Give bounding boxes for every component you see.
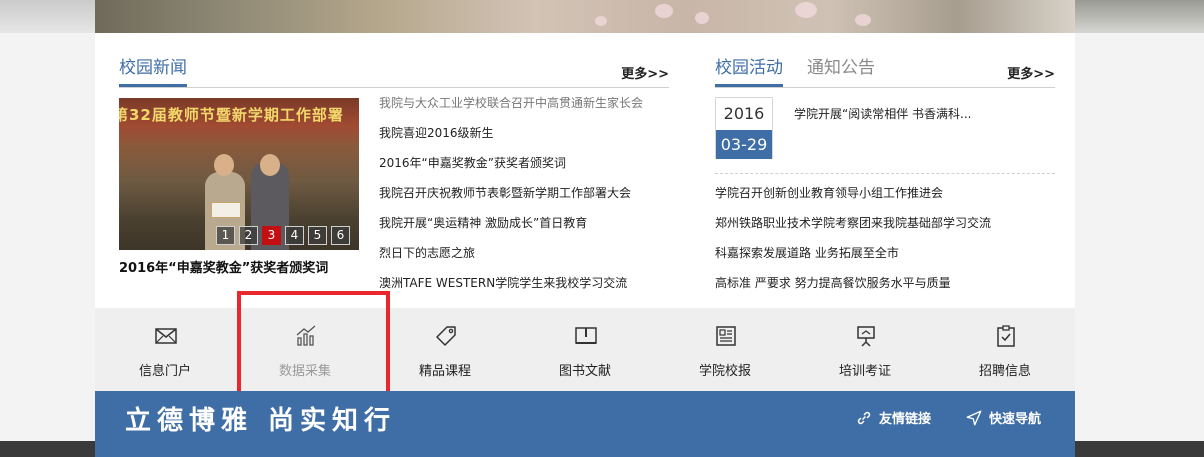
activity-item[interactable]: 科嘉探索发展道路 业务拓展至全市 <box>715 245 991 275</box>
pager-button-active[interactable]: 3 <box>262 226 281 245</box>
quick-link-label: 学院校报 <box>698 364 751 379</box>
certificate-image <box>211 202 241 218</box>
pager-button[interactable]: 1 <box>216 226 235 245</box>
activity-item[interactable]: 学院召开创新创业教育领导小组工作推进会 <box>715 185 991 215</box>
envelope-icon <box>155 328 177 344</box>
quick-link-training[interactable]: 培训考证 <box>795 308 935 391</box>
presentation-board-icon <box>857 326 875 347</box>
clipboard-check-icon <box>997 325 1015 347</box>
news-item[interactable]: 我院喜迎2016级新生 <box>379 125 643 155</box>
quick-link-label: 信息门户 <box>138 364 191 379</box>
activity-list: 学院召开创新创业教育领导小组工作推进会 郑州铁路职业技术学院考察团来我院基础部学… <box>715 185 991 305</box>
bottom-strip-center <box>95 441 1075 457</box>
content-panel: 校园新闻 更多>> 第32届教师节暨新学期工作部署 1 2 3 4 5 6 20… <box>95 33 1075 308</box>
banner-right-photo <box>1075 0 1204 33</box>
pager-button[interactable]: 4 <box>285 226 304 245</box>
banner-left-photo <box>0 0 95 33</box>
navigation-arrow-icon <box>966 410 982 425</box>
tag-icon <box>436 326 456 346</box>
slideshow-banner-text: 第32届教师节暨新学期工作部署 <box>119 106 344 124</box>
book-icon <box>575 327 597 344</box>
quick-nav-label: 快速导航 <box>989 412 1042 427</box>
quick-link-label: 培训考证 <box>838 364 891 379</box>
slideshow-caption[interactable]: 2016年“申嘉奖教金”获奖者颁奖词 <box>119 257 328 276</box>
tab-notices[interactable]: 通知公告 <box>807 53 875 84</box>
activity-more-link[interactable]: 更多>> <box>1007 63 1055 82</box>
news-more-link[interactable]: 更多>> <box>621 63 669 82</box>
news-item[interactable]: 2016年“申嘉奖教金”获奖者颁奖词 <box>379 155 643 185</box>
pager-button[interactable]: 5 <box>308 226 327 245</box>
news-slideshow[interactable]: 第32届教师节暨新学期工作部署 1 2 3 4 5 6 <box>119 98 359 250</box>
quick-link-label: 招聘信息 <box>978 364 1031 379</box>
divider <box>715 173 1055 174</box>
quick-link-label: 图书文献 <box>558 364 611 379</box>
activity-header: 校园活动 通知公告 更多>> <box>715 53 1055 88</box>
date-year: 2016 <box>716 98 772 130</box>
link-icon <box>857 411 871 424</box>
news-item[interactable]: 我院开展“奥运精神 激励成长”首日教育 <box>379 215 643 245</box>
news-item[interactable]: 澳洲TAFE WESTERN学院学生来我校学习交流 <box>379 275 643 305</box>
quick-link-school-newspaper[interactable]: 学院校报 <box>655 308 795 391</box>
quick-link-library[interactable]: 图书文献 <box>515 308 655 391</box>
quick-link-recruitment[interactable]: 招聘信息 <box>935 308 1075 391</box>
bottom-strip <box>0 441 1204 457</box>
activity-item[interactable]: 郑州铁路职业技术学院考察团来我院基础部学习交流 <box>715 215 991 245</box>
pager-button[interactable]: 2 <box>239 226 258 245</box>
banner-blossom-photo <box>95 0 1075 33</box>
slideshow-pager: 1 2 3 4 5 6 <box>216 226 350 245</box>
friend-links-label: 友情链接 <box>879 412 932 427</box>
activity-featured-item[interactable]: 学院开展“阅读常相伴 书香满科... <box>794 105 971 122</box>
news-item[interactable]: 烈日下的志愿之旅 <box>379 245 643 275</box>
news-item[interactable]: 我院召开庆祝教师节表彰暨新学期工作部署大会 <box>379 185 643 215</box>
news-header: 校园新闻 更多>> <box>119 53 669 88</box>
tab-campus-activities[interactable]: 校园活动 <box>715 53 783 87</box>
news-list: 我院与大众工业学校联合召开中高贯通新生家长会 我院喜迎2016级新生 2016年… <box>379 95 643 305</box>
quick-link-quality-courses[interactable]: 精品课程 <box>375 308 515 391</box>
newspaper-icon <box>716 326 736 346</box>
activity-date-badge: 2016 03-29 <box>715 97 773 159</box>
top-banner-image <box>0 0 1204 33</box>
quick-link-info-portal[interactable]: 信息门户 <box>95 308 235 391</box>
news-item[interactable]: 我院与大众工业学校联合召开中高贯通新生家长会 <box>379 95 643 125</box>
tab-campus-news[interactable]: 校园新闻 <box>119 53 187 87</box>
quick-nav-button[interactable]: 快速导航 <box>965 408 1041 427</box>
pager-button[interactable]: 6 <box>331 226 350 245</box>
person-head <box>260 154 280 176</box>
school-motto: 立德博雅 尚实知行 <box>125 406 397 436</box>
quick-link-label: 精品课程 <box>418 364 471 379</box>
footer-bar: 立德博雅 尚实知行 友情链接 快速导航 <box>95 391 1075 441</box>
person-head <box>214 154 234 176</box>
activity-item[interactable]: 高标准 严要求 努力提高餐饮服务水平与质量 <box>715 275 991 305</box>
date-month-day: 03-29 <box>716 130 772 159</box>
friend-links-button[interactable]: 友情链接 <box>855 408 931 427</box>
